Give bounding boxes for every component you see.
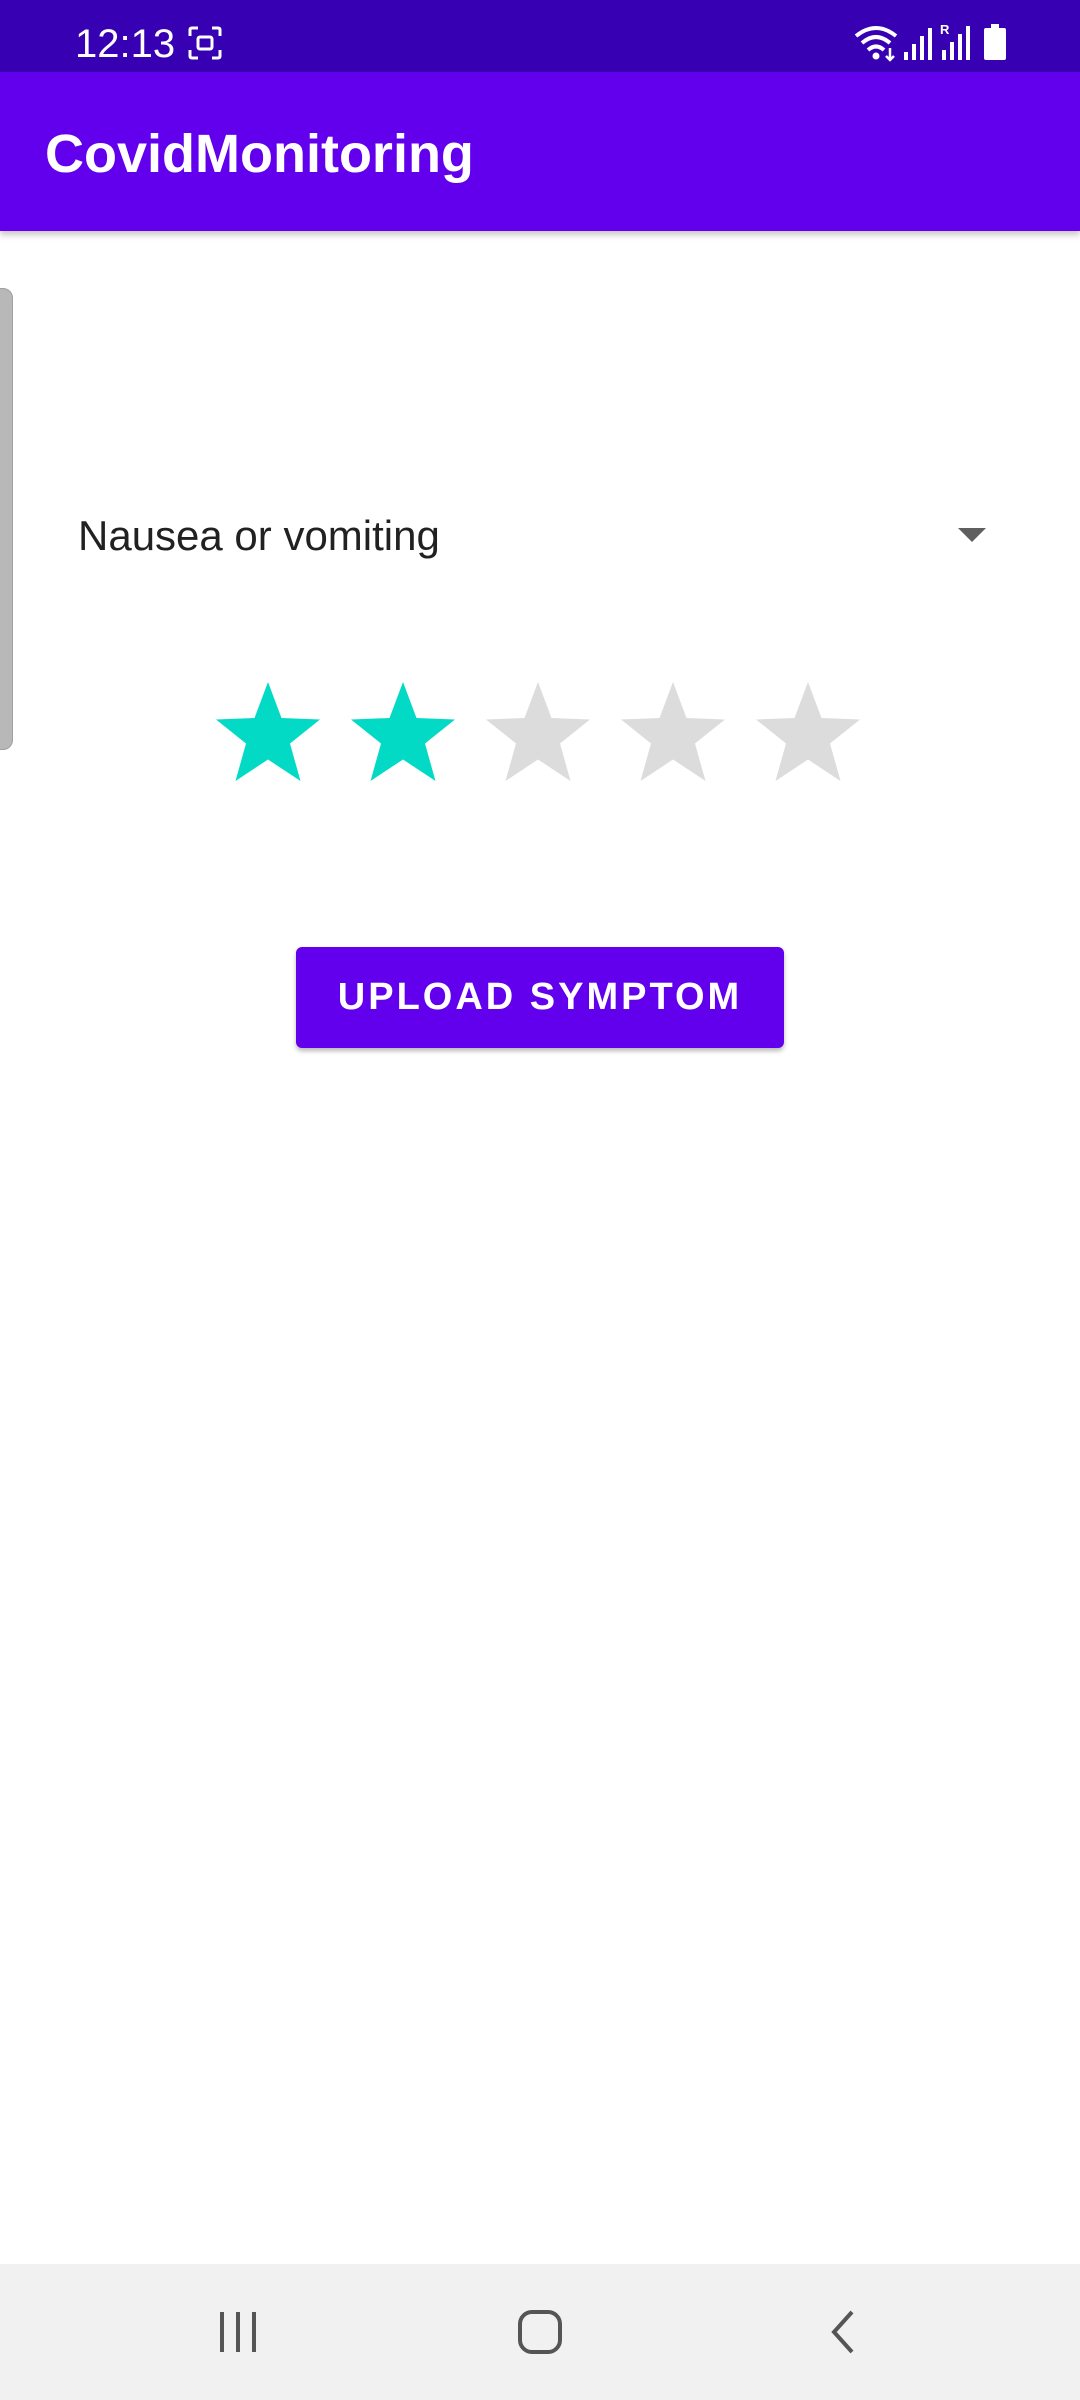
back-icon[interactable] xyxy=(826,2308,860,2356)
symptom-spinner[interactable]: Nausea or vomiting xyxy=(60,500,990,572)
screen: 12:13 R CovidMonitoring Nausea or vomiti… xyxy=(0,0,1080,2400)
home-icon[interactable] xyxy=(516,2308,564,2356)
navigation-bar xyxy=(0,2264,1080,2400)
edge-panel-handle[interactable] xyxy=(0,288,13,750)
status-bar: 12:13 R xyxy=(0,0,1080,72)
rating-star-5[interactable] xyxy=(748,676,868,796)
dropdown-arrow-icon xyxy=(958,528,986,542)
signal-r-icon: R xyxy=(940,22,970,60)
rating-star-1[interactable] xyxy=(208,676,328,796)
screen-capture-icon xyxy=(188,26,222,60)
svg-text:R: R xyxy=(940,22,950,37)
symptom-rating-bar[interactable] xyxy=(208,676,878,796)
battery-icon xyxy=(984,24,1006,60)
app-title: CovidMonitoring xyxy=(45,124,474,184)
app-bar: CovidMonitoring xyxy=(0,72,1080,231)
wifi-icon xyxy=(854,26,898,62)
upload-symptom-button[interactable]: UPLOAD SYMPTOM xyxy=(296,947,784,1048)
rating-star-3[interactable] xyxy=(478,676,598,796)
spinner-selected-value: Nausea or vomiting xyxy=(78,512,440,559)
rating-star-2[interactable] xyxy=(343,676,463,796)
rating-star-4[interactable] xyxy=(613,676,733,796)
signal-icon xyxy=(904,28,932,60)
recent-apps-icon[interactable] xyxy=(214,2310,262,2354)
status-time: 12:13 xyxy=(75,22,176,66)
